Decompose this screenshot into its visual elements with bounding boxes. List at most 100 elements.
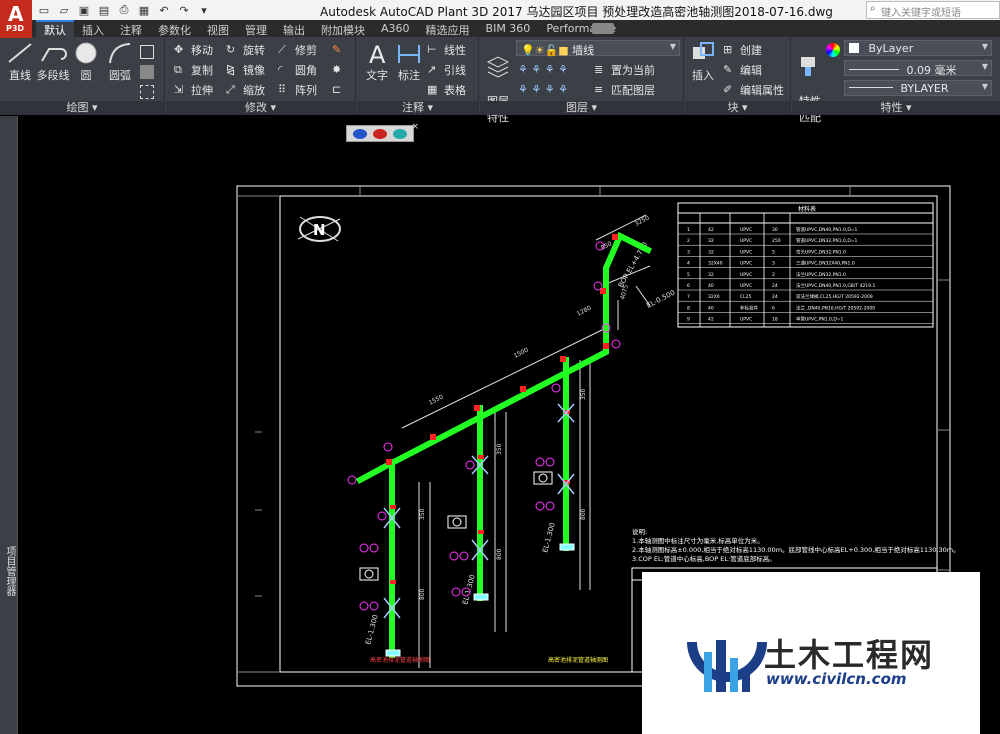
table-cell: UPVC (740, 261, 752, 267)
hatch-tool[interactable] (140, 63, 154, 80)
tab-parametric[interactable]: 参数化 (150, 20, 199, 37)
table-cell: 2 (687, 238, 690, 244)
copy-button[interactable]: ⧉ 复制 (174, 61, 213, 78)
trim-button[interactable]: ⟋ 修剪 (278, 41, 317, 58)
table-cell: 24 (772, 283, 778, 289)
line-button[interactable]: 直线 (4, 41, 36, 83)
linear-button[interactable]: ⊢ 线性 (427, 41, 466, 58)
viewport-icons[interactable] (347, 126, 415, 143)
panel-block: 插入 ⊞ 创建 ✎ 编辑 ✐ 编辑属性 块 ▾ (685, 37, 791, 115)
stretch-button[interactable]: ⇲ 拉伸 (174, 81, 213, 98)
ribbon-minimize-toggle[interactable] (592, 23, 614, 34)
arc-button[interactable]: 圆弧 (104, 41, 136, 83)
close-icon[interactable]: × (411, 122, 419, 132)
mirror-button[interactable]: ⧎ 镜像 (226, 61, 265, 78)
scale-button[interactable]: ⤢ 缩放 (226, 81, 265, 98)
text-button[interactable]: A 文字 (361, 41, 393, 83)
save-icon[interactable]: ▣ (76, 3, 92, 18)
panel-draw: 直线 多段线 圆 圆弧 绘图 ▾ (0, 37, 165, 115)
tab-bim360[interactable]: BIM 360 (478, 20, 539, 37)
move-label: 移动 (191, 43, 213, 57)
save-as-icon[interactable]: ▤ (96, 3, 112, 18)
leader-button[interactable]: ↗ 引线 (427, 61, 466, 78)
lineweight-sample (849, 69, 899, 70)
tab-view[interactable]: 视图 (199, 20, 237, 37)
linear-label: 线性 (444, 43, 466, 57)
tab-addins[interactable]: 附加模块 (313, 20, 373, 37)
panel-annotation-title[interactable]: 注释 ▾ (357, 101, 478, 115)
circle-button[interactable]: 圆 (70, 41, 102, 83)
app-logo-button[interactable]: A P3D (0, 0, 32, 38)
polyline-button[interactable]: 多段线 (34, 41, 72, 83)
undo-icon[interactable]: ↶ (156, 3, 172, 18)
tab-insert[interactable]: 插入 (74, 20, 112, 37)
tab-output[interactable]: 输出 (275, 20, 313, 37)
panel-draw-title[interactable]: 绘图 ▾ (0, 101, 164, 115)
tab-annotate[interactable]: 注释 (112, 20, 150, 37)
tab-manage[interactable]: 管理 (237, 20, 275, 37)
move-button[interactable]: ✥ 移动 (174, 41, 213, 58)
scale-label: 缩放 (243, 83, 265, 97)
dimension-label: 标注 (398, 69, 420, 82)
customize-qat-icon[interactable]: ▾ (196, 3, 212, 18)
floating-toolbar[interactable]: × (346, 122, 419, 143)
tab-featured-apps[interactable]: 精选应用 (418, 20, 478, 37)
linear-dim-icon: ⊢ (427, 42, 437, 56)
create-block-button[interactable]: ⊞ 创建 (723, 41, 762, 58)
linetype-dropdown[interactable]: BYLAYER ▼ (844, 80, 992, 96)
rectangle-tool[interactable] (140, 43, 154, 60)
rotate-button[interactable]: ↻ 旋转 (226, 41, 265, 58)
redo-icon[interactable]: ↷ (176, 3, 192, 18)
edit-attributes-button[interactable]: ✐ 编辑属性 (723, 81, 784, 98)
match-properties-icon (801, 57, 815, 76)
boundary-tool[interactable] (140, 83, 154, 100)
project-manager-palette[interactable]: 项目管理器 (0, 116, 18, 734)
layer-tools-row1[interactable]: ⚘ ⚘ ⚘ ⚘ (518, 61, 568, 78)
tab-a360[interactable]: A360 (373, 20, 418, 37)
fillet-button[interactable]: ◜ 圆角 (278, 61, 317, 78)
edit-block-button[interactable]: ✎ 编辑 (723, 61, 762, 78)
erase-tool[interactable]: ✎ (332, 41, 346, 58)
svg-text:800: 800 (496, 548, 503, 560)
plot-icon[interactable]: ▦ (136, 3, 152, 18)
panel-properties-title[interactable]: 特性 ▾ (792, 101, 1000, 115)
text-label: 文字 (366, 69, 388, 82)
explode-tool[interactable]: ✸ (332, 61, 346, 78)
table-button[interactable]: ▦ 表格 (427, 81, 466, 98)
svg-text:材料表: 材料表 (798, 205, 816, 213)
print-icon[interactable]: ⎙ (116, 3, 132, 18)
rotate-label: 旋转 (243, 43, 265, 57)
boundary-icon (140, 84, 154, 99)
panel-layers-title[interactable]: 图层 ▾ (480, 101, 683, 115)
linetype-sample (849, 87, 893, 88)
insert-label: 插入 (692, 69, 714, 82)
color-wheel-button[interactable] (826, 41, 840, 58)
table-cell: 5 (687, 272, 690, 278)
svg-text:1280: 1280 (576, 305, 593, 318)
array-button[interactable]: ⠿ 阵列 (278, 81, 317, 98)
search-input[interactable]: ⌕ 键入关键字或短语 (866, 1, 1000, 19)
array-icon: ⠿ (278, 82, 287, 96)
set-current-button[interactable]: ≣ 置为当前 (594, 61, 655, 78)
tab-home[interactable]: 默认 (36, 20, 74, 37)
color-dropdown[interactable]: ByLayer ▼ (844, 40, 992, 56)
open-folder-icon[interactable]: ▱ (56, 3, 72, 18)
panel-modify-title[interactable]: 修改 ▾ (166, 101, 355, 115)
panel-block-title[interactable]: 块 ▾ (685, 101, 790, 115)
insert-block-button[interactable]: 插入 (687, 41, 719, 83)
new-file-icon[interactable]: ▭ (36, 3, 52, 18)
rectangle-icon (140, 44, 154, 59)
layer-tools-row2[interactable]: ⚘ ⚘ ⚘ ⚘ (518, 81, 568, 98)
match-layer-button[interactable]: ≡ 匹配图层 (594, 81, 655, 98)
project-manager-label: 项目管理器 (4, 546, 15, 596)
svg-text:3250: 3250 (634, 215, 651, 228)
ribbon-tab-bar: 默认 插入 注释 参数化 视图 管理 输出 附加模块 A360 精选应用 BIM… (0, 20, 1000, 37)
layer-dropdown[interactable]: 💡☀🔓■ 墙线 ▼ (516, 40, 680, 57)
panel-properties: 特性 匹配 ByLayer ▼ 0.09 毫米 ▼ BYLAYER ▼ 特性 ▾ (792, 37, 1000, 124)
table-cell: 250 (772, 238, 781, 244)
lineweight-dropdown[interactable]: 0.09 毫米 ▼ (844, 60, 992, 77)
table-cell: 32X40 (708, 261, 723, 267)
offset-tool[interactable]: ⊏ (332, 81, 346, 98)
mirror-icon: ⧎ (226, 62, 236, 76)
dimension-button[interactable]: 标注 (393, 41, 425, 83)
